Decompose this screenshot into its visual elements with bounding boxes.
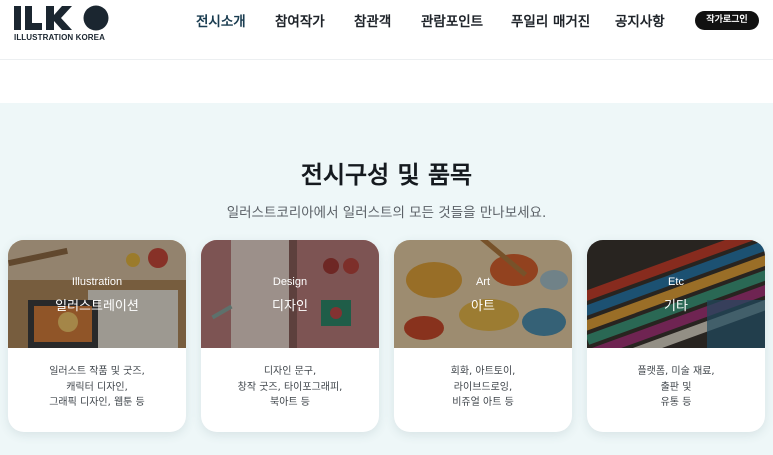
card-korean-label: 디자인 <box>272 299 308 314</box>
card-korean-label: 아트 <box>471 299 495 314</box>
card-english-label: Design <box>272 276 308 288</box>
card-description-line: 라이브드로잉, <box>453 381 513 393</box>
category-card-etc[interactable]: Etc 기타 플랫폼, 미술 재료, 출판 및 유통 등 <box>587 240 765 432</box>
brushes-photo: Etc 기타 <box>587 240 765 348</box>
card-korean-label: 일러스트레이션 <box>55 299 139 314</box>
card-english-label: Illustration <box>71 276 123 288</box>
card-description-line: 창작 굿즈, 타이포그래피, <box>237 381 343 393</box>
card-description: 회화, 아트토이, 라이브드로잉, 비쥬얼 아트 등 <box>394 364 572 411</box>
card-description-line: 일러스트 작품 및 굿즈, <box>49 366 145 377</box>
site-header: ILLUSTRATION KOREA 전시소개 참여작가 참관객 관람포인트 푸… <box>0 0 773 60</box>
card-description-line: 북아트 등 <box>270 397 310 408</box>
card-description-line: 캐릭터 디자인, <box>66 381 128 393</box>
nav-item-exhibition-intro[interactable]: 전시소개 <box>196 10 246 30</box>
image-dim-overlay <box>587 240 765 348</box>
card-description-line: 플랫폼, 미술 재료, <box>637 366 715 377</box>
card-description-line: 그래픽 디자인, 웹툰 등 <box>49 397 145 408</box>
card-description: 플랫폼, 미술 재료, 출판 및 유통 등 <box>587 364 765 411</box>
category-card-design[interactable]: Design 디자인 디자인 문구, 창작 굿즈, 타이포그래피, 북아트 등 <box>201 240 379 432</box>
card-english-label: Art <box>475 276 491 288</box>
image-dim-overlay <box>8 240 186 348</box>
logo-subtitle: ILLUSTRATION KOREA <box>14 33 105 42</box>
image-dim-overlay <box>394 240 572 348</box>
art-photo: Art 아트 <box>394 240 572 348</box>
card-description: 디자인 문구, 창작 굿즈, 타이포그래피, 북아트 등 <box>201 364 379 411</box>
main-nav: 전시소개 참여작가 참관객 관람포인트 푸일리 매거진 공지사항 <box>0 10 773 30</box>
card-description-line: 비쥬얼 아트 등 <box>452 397 514 408</box>
card-description-line: 회화, 아트토이, <box>450 366 516 377</box>
image-dim-overlay <box>201 240 379 348</box>
card-english-label: Etc <box>668 276 684 288</box>
card-description: 일러스트 작품 및 굿즈, 캐릭터 디자인, 그래픽 디자인, 웹툰 등 <box>8 364 186 411</box>
card-description-line: 출판 및 <box>660 381 692 393</box>
card-description-line: 디자인 문구, <box>263 366 317 377</box>
category-card-art[interactable]: Art 아트 회화, 아트토이, 라이브드로잉, 비쥬얼 아트 등 <box>394 240 572 432</box>
section-subtitle: 일러스트코리아에서 일러스트의 모든 것들을 만나보세요. <box>226 205 547 221</box>
nav-item-visitors[interactable]: 참관객 <box>354 10 391 30</box>
section-title: 전시구성 및 품목 <box>300 161 473 189</box>
nav-item-notices[interactable]: 공지사항 <box>615 10 665 30</box>
nav-item-artists[interactable]: 참여작가 <box>275 10 325 30</box>
nav-item-magazine[interactable]: 푸일리 매거진 <box>511 10 590 30</box>
nav-item-viewing-points[interactable]: 관람포인트 <box>421 10 483 30</box>
design-photo: Design 디자인 <box>201 240 379 348</box>
card-korean-label: 기타 <box>664 299 688 314</box>
category-card-illustration[interactable]: Illustration 일러스트레이션 일러스트 작품 및 굿즈, 캐릭터 디… <box>8 240 186 432</box>
illustration-photo: Illustration 일러스트레이션 <box>8 240 186 348</box>
artist-login-button[interactable]: 작가로그인 <box>695 11 759 30</box>
exhibition-composition-section: 전시구성 및 품목 일러스트코리아에서 일러스트의 모든 것들을 만나보세요. … <box>0 103 773 455</box>
card-description-line: 유통 등 <box>660 397 692 408</box>
